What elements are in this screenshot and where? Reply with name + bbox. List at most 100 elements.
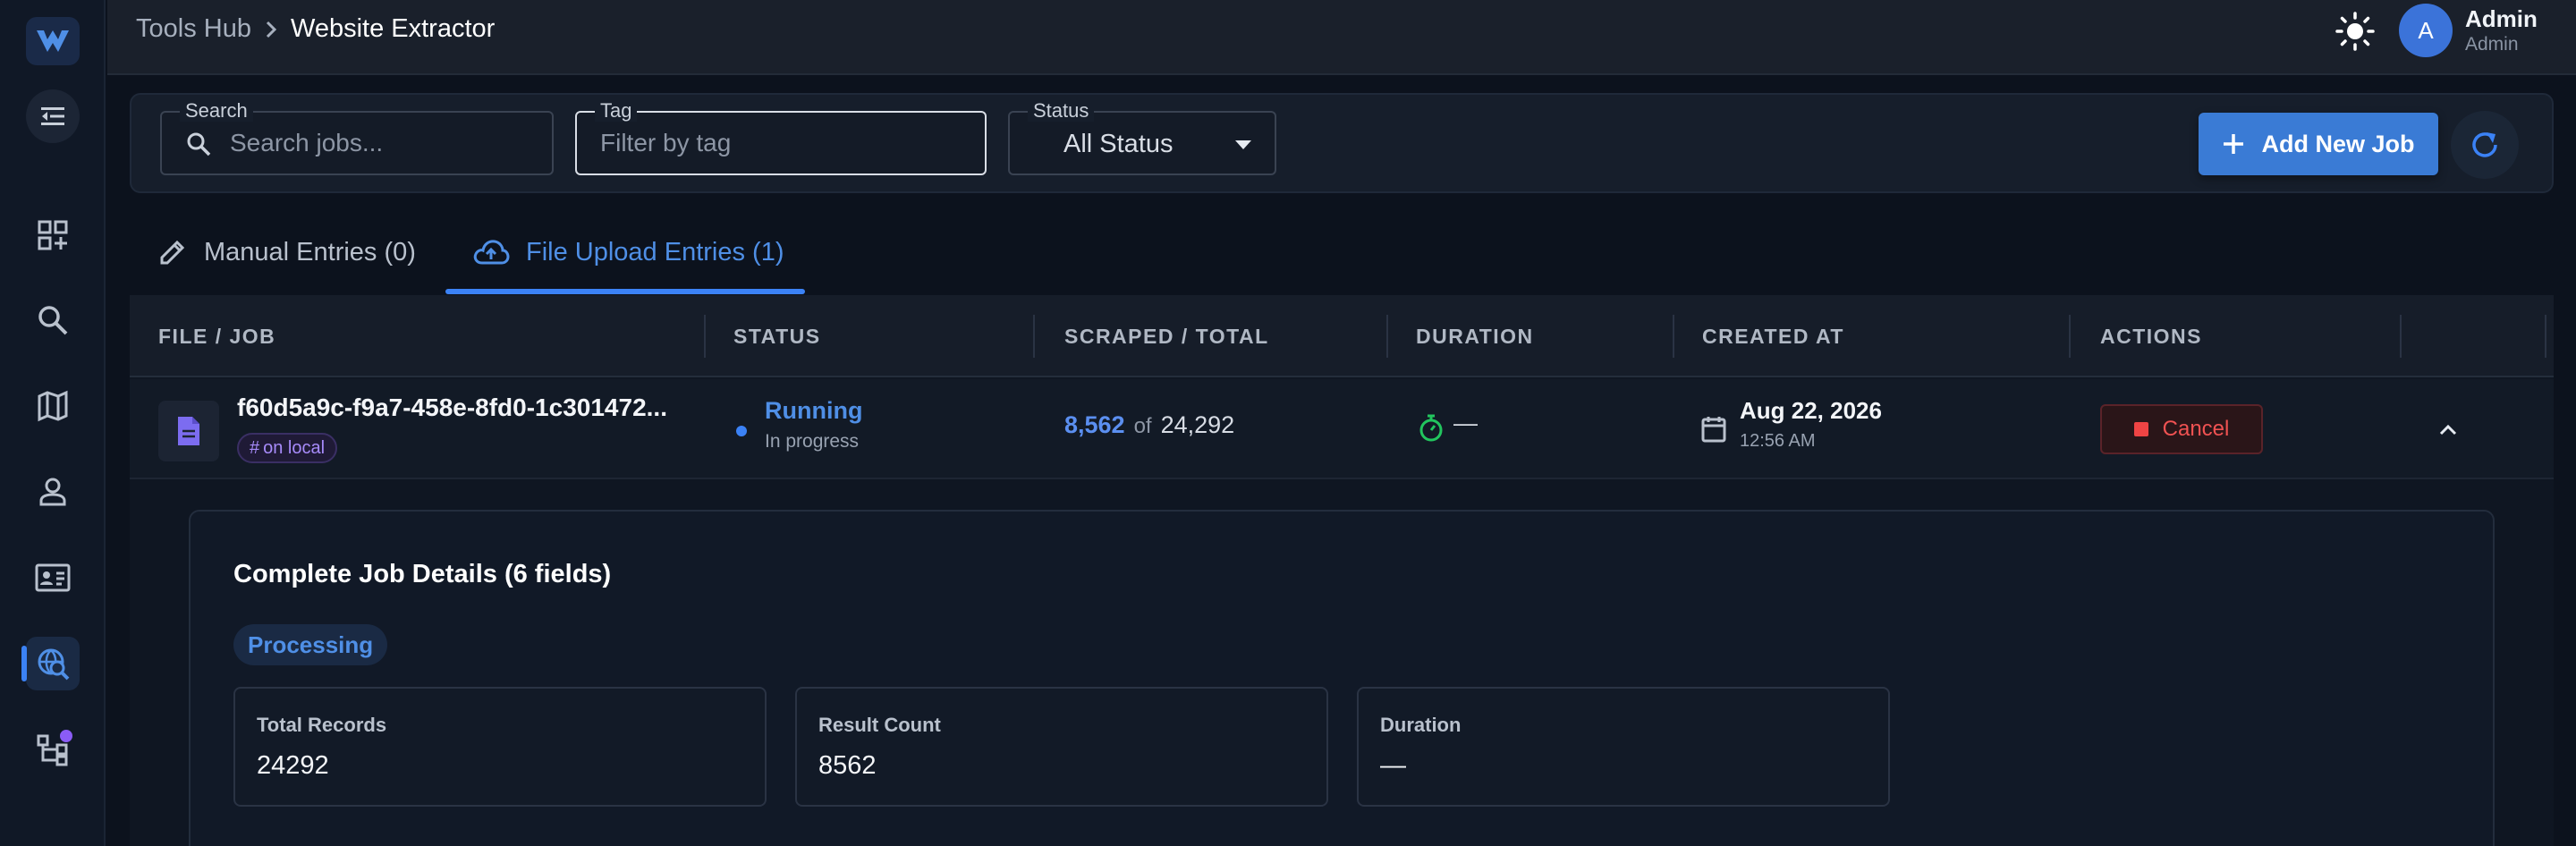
search-input[interactable] (230, 113, 543, 173)
details-title: Complete Job Details (6 fields) (233, 560, 612, 588)
column-header-duration: DURATION (1416, 324, 1534, 348)
tab-manual-label: Manual Entries (0) (204, 237, 416, 266)
duration-value: — (1453, 410, 1478, 436)
status-select-value: All Status (1063, 130, 1174, 158)
cloud-upload-icon (473, 240, 510, 265)
detail-card-duration: Duration — (1357, 687, 1890, 807)
card-value: 24292 (257, 751, 329, 780)
file-icon (158, 401, 219, 461)
column-header-scraped-total: SCRAPED / TOTAL (1064, 324, 1269, 348)
column-divider (1386, 315, 1388, 358)
card-label: Duration (1380, 714, 1462, 736)
sidebar (0, 0, 106, 846)
breadcrumb-current: Website Extractor (290, 14, 496, 43)
filter-bar: Search Tag Status All Status (130, 93, 2554, 193)
card-label: Result Count (818, 714, 941, 736)
column-divider (704, 315, 706, 358)
refresh-button[interactable] (2451, 111, 2519, 179)
column-header-file-job: FILE / JOB (158, 324, 276, 348)
column-divider (2069, 315, 2071, 358)
cancel-label: Cancel (2162, 417, 2230, 441)
plus-icon (2224, 134, 2244, 154)
sidebar-item-users[interactable] (26, 465, 80, 519)
stopwatch-icon (1419, 414, 1443, 442)
scraped-total: 8,562 of 24,292 (1064, 411, 1234, 439)
column-header-status: STATUS (733, 324, 821, 348)
status-select[interactable]: Status All Status (1008, 100, 1276, 175)
scraped-count: 8,562 (1064, 411, 1125, 438)
collapse-sidebar-button[interactable] (26, 89, 80, 143)
jobs-table: FILE / JOB STATUS SCRAPED / TOTAL DURATI… (130, 295, 2554, 846)
table-header: FILE / JOB STATUS SCRAPED / TOTAL DURATI… (130, 295, 2554, 377)
tag-input[interactable] (600, 113, 976, 173)
status-subtext: In progress (765, 431, 860, 452)
sun-icon (2335, 12, 2375, 51)
add-new-job-label: Add New Job (2261, 130, 2415, 157)
detail-card-result-count: Result Count 8562 (795, 687, 1328, 807)
logo-v-icon (37, 30, 69, 52)
column-header-actions: ACTIONS (2100, 324, 2202, 348)
total-count: 24,292 (1160, 411, 1235, 438)
user-icon (39, 478, 66, 506)
job-name[interactable]: f60d5a9c-f9a7-458e-8fd0-1c301472... (237, 393, 684, 422)
job-tag-badge: # on local (237, 433, 338, 463)
stop-icon (2133, 422, 2148, 436)
breadcrumb-root-link[interactable]: Tools Hub (136, 14, 251, 44)
status-badge: Running (765, 397, 863, 424)
web-search-icon (38, 648, 70, 681)
tab-file-upload-entries[interactable]: File Upload Entries (1) (472, 224, 784, 281)
sidebar-item-search[interactable] (26, 293, 80, 347)
column-divider (2545, 315, 2546, 358)
created-date: Aug 22, 2026 (1740, 397, 1882, 424)
sidebar-item-contacts[interactable] (26, 551, 80, 605)
contact-card-icon (35, 563, 71, 592)
tab-manual-entries[interactable]: Manual Entries (0) (157, 224, 416, 281)
table-row[interactable]: f60d5a9c-f9a7-458e-8fd0-1c301472... # on… (130, 379, 2554, 479)
column-divider (1033, 315, 1035, 358)
column-divider (1673, 315, 1674, 358)
card-value: 8562 (818, 751, 877, 780)
user-name: Admin (2465, 5, 2538, 32)
job-tag-label: on local (263, 437, 326, 458)
collapse-row-button[interactable] (2432, 413, 2464, 445)
search-icon (187, 132, 211, 157)
column-divider (2400, 315, 2402, 358)
dashboard-add-icon (38, 220, 68, 250)
avatar[interactable]: A (2399, 4, 2453, 57)
cancel-job-button[interactable]: Cancel (2100, 404, 2263, 454)
chevron-right-icon (264, 20, 278, 39)
processing-chip: Processing (233, 624, 388, 665)
sidebar-item-website-extractor[interactable] (21, 637, 80, 690)
pencil-icon (160, 240, 185, 265)
column-header-created-at: CREATED AT (1702, 324, 1844, 348)
theme-toggle-button[interactable] (2333, 9, 2377, 54)
chevron-up-icon (2439, 424, 2457, 436)
search-icon (38, 306, 68, 335)
detail-card-total-records: Total Records 24292 (233, 687, 767, 807)
hash-icon: # (250, 437, 260, 458)
tag-field: Tag (575, 100, 987, 175)
app-logo[interactable] (26, 17, 80, 65)
top-bar: Tools Hub Website Extractor A Admin Admi… (107, 0, 2576, 75)
add-new-job-button[interactable]: Add New Job (2199, 113, 2438, 175)
card-value: — (1380, 751, 1406, 780)
card-label: Total Records (257, 714, 387, 736)
refresh-icon (2472, 132, 2497, 157)
search-field: Search (160, 100, 554, 175)
caret-down-icon (1235, 140, 1251, 149)
status-dot (736, 426, 747, 436)
sidebar-item-workflows[interactable] (26, 723, 80, 776)
status-label: Status (1028, 100, 1095, 122)
job-details-panel: Complete Job Details (6 fields) Processi… (189, 510, 2495, 846)
created-time: 12:56 AM (1740, 431, 1816, 451)
active-tab-indicator (445, 289, 805, 294)
calendar-icon (1701, 417, 1726, 443)
tab-upload-label: File Upload Entries (1) (526, 237, 784, 266)
notification-dot (60, 730, 72, 742)
user-role: Admin (2465, 34, 2519, 55)
sidebar-item-dashboard[interactable] (26, 208, 80, 262)
sidebar-item-map[interactable] (26, 379, 80, 433)
breadcrumb: Tools Hub Website Extractor (136, 14, 495, 44)
map-icon (38, 390, 68, 422)
collapse-menu-icon (41, 107, 64, 125)
